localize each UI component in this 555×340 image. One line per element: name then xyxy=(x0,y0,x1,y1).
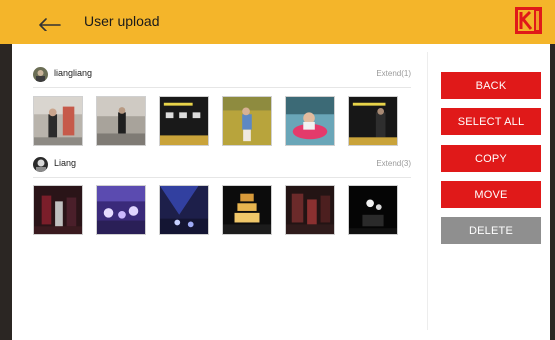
divider xyxy=(33,177,411,178)
kodak-logo-icon xyxy=(515,7,542,34)
photo-thumbnail[interactable] xyxy=(222,96,272,146)
photo-thumbnail[interactable] xyxy=(348,96,398,146)
avatar xyxy=(33,67,48,82)
left-frame-bar xyxy=(0,44,12,340)
photo-thumbnail[interactable] xyxy=(33,185,83,235)
vertical-divider xyxy=(427,52,428,330)
username: Liang xyxy=(54,158,77,168)
back-arrow-icon[interactable] xyxy=(36,11,62,31)
select-all-button[interactable]: SELECT ALL xyxy=(441,108,541,135)
move-button[interactable]: MOVE xyxy=(441,181,541,208)
extend-link[interactable]: Extend(1) xyxy=(376,69,411,78)
delete-button[interactable]: DELETE xyxy=(441,217,541,244)
back-button[interactable]: BACK xyxy=(441,72,541,99)
copy-button[interactable]: COPY xyxy=(441,145,541,172)
user-header: Liang Extend(3) xyxy=(33,157,411,173)
extend-link[interactable]: Extend(3) xyxy=(376,159,411,168)
photo-thumbnail[interactable] xyxy=(96,96,146,146)
avatar xyxy=(33,157,48,172)
username: liangliang xyxy=(54,68,93,78)
photo-thumbnail[interactable] xyxy=(96,185,146,235)
divider xyxy=(33,87,411,88)
right-frame-bar xyxy=(550,44,555,340)
photo-thumbnail[interactable] xyxy=(348,185,398,235)
app-header: User upload xyxy=(0,0,555,44)
page-title: User upload xyxy=(84,13,160,29)
photo-thumbnail[interactable] xyxy=(159,96,209,146)
photo-thumbnail[interactable] xyxy=(33,96,83,146)
photo-thumbnail[interactable] xyxy=(285,96,335,146)
photo-thumbnail[interactable] xyxy=(222,185,272,235)
user-header: liangliang Extend(1) xyxy=(33,67,411,83)
photo-thumbnail[interactable] xyxy=(159,185,209,235)
photo-thumbnail[interactable] xyxy=(285,185,335,235)
